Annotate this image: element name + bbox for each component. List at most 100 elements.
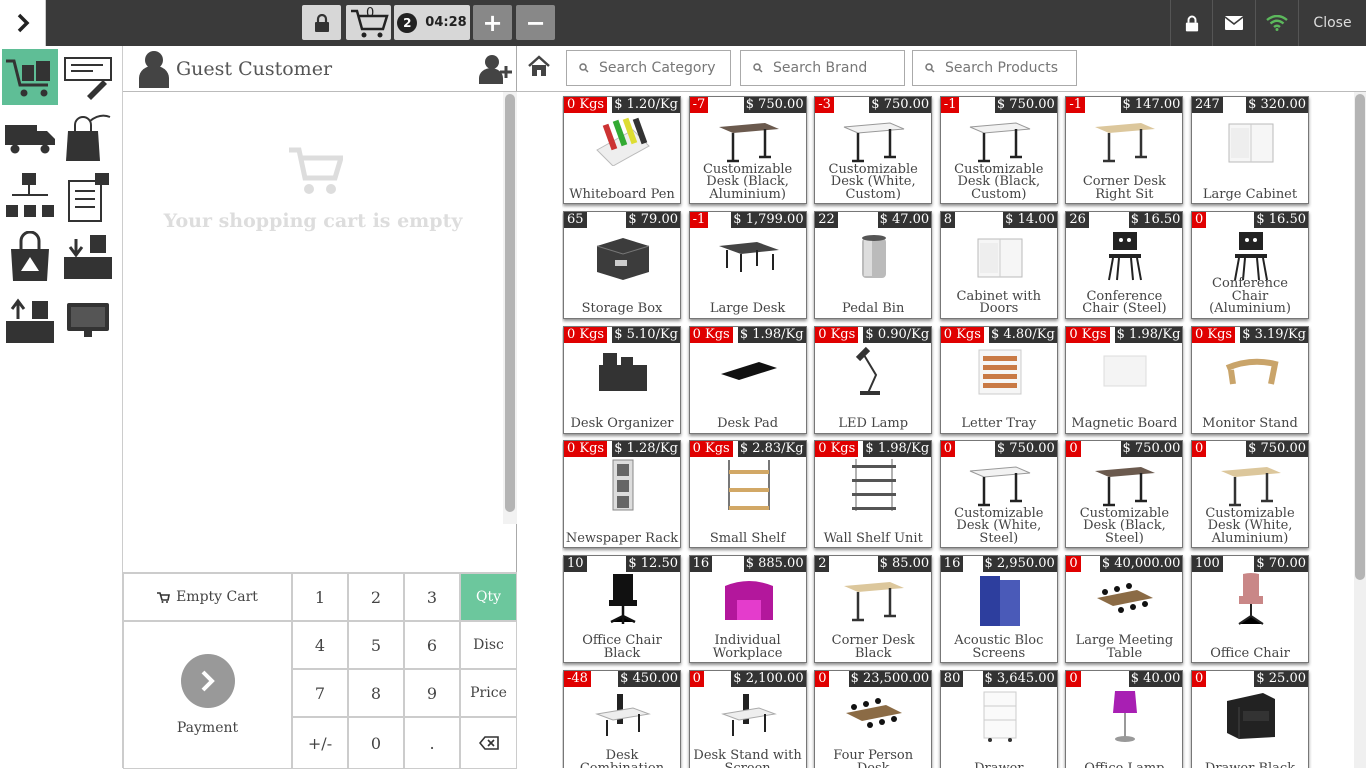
add-customer-icon[interactable] bbox=[479, 54, 513, 84]
product-card[interactable]: 8 $ 14.00 Cabinet with Doors bbox=[939, 210, 1058, 319]
new-order-button[interactable]: + bbox=[473, 5, 512, 40]
chair-black-icon bbox=[1090, 230, 1160, 282]
product-card[interactable]: 0 Kgs $ 2.83/Kg Small Shelf bbox=[688, 440, 807, 549]
product-name: Customizable Desk (White, Aluminium) bbox=[1205, 505, 1295, 546]
product-card[interactable]: -1 $ 750.00 Customizable Desk (Black, Cust… bbox=[939, 96, 1058, 204]
product-price: $ 4.80/Kg bbox=[989, 326, 1057, 343]
product-price: $ 750.00 bbox=[1120, 441, 1183, 458]
close-button[interactable]: Close bbox=[1298, 0, 1366, 46]
nav-inventory[interactable] bbox=[2, 169, 58, 225]
key-plus-minus[interactable]: +/- bbox=[292, 717, 348, 769]
backspace-button[interactable] bbox=[460, 717, 517, 769]
product-card[interactable]: -7 $ 750.00 Customizable Desk (Black, Alum… bbox=[688, 96, 807, 204]
desk-white-icon bbox=[965, 459, 1035, 511]
search-brand-input[interactable]: Search Brand bbox=[740, 50, 905, 86]
nav-invoice[interactable] bbox=[60, 49, 116, 105]
product-card[interactable]: 80 $ 3,645.00 Drawer bbox=[939, 670, 1058, 768]
product-card[interactable]: 16 $ 2,950.00 Acoustic Bloc Screens bbox=[939, 555, 1058, 664]
key-6[interactable]: 6 bbox=[404, 621, 460, 669]
search-category-input[interactable]: Search Category bbox=[566, 50, 731, 86]
product-card[interactable]: 10 $ 12.50 Office Chair Black bbox=[563, 555, 681, 664]
product-card[interactable]: -3 $ 750.00 Customizable Desk (White, Cust… bbox=[814, 96, 933, 204]
key-9[interactable]: 9 bbox=[404, 669, 460, 717]
key-3[interactable]: 3 bbox=[404, 573, 460, 621]
lock-order-button[interactable] bbox=[302, 5, 341, 40]
price-mode-button[interactable]: Price bbox=[460, 669, 517, 717]
product-card[interactable]: 0 $ 750.00 Customizable Desk (Black, Steel… bbox=[1065, 440, 1184, 549]
cart-button[interactable]: 0 bbox=[346, 5, 391, 40]
product-card[interactable]: 0 $ 25.00 Drawer Black bbox=[1191, 670, 1309, 768]
lock-screen-button[interactable] bbox=[1170, 0, 1212, 46]
delete-order-button[interactable]: − bbox=[516, 5, 555, 40]
products-scrollbar[interactable] bbox=[1354, 92, 1366, 768]
product-card[interactable]: 0 $ 2,100.00 Desk Stand with Screen bbox=[688, 670, 807, 768]
product-name: Large Desk bbox=[709, 301, 786, 317]
key-0[interactable]: 0 bbox=[348, 717, 404, 769]
product-price: $ 750.00 bbox=[1246, 441, 1308, 458]
key-1[interactable]: 1 bbox=[292, 573, 348, 621]
tray-icon bbox=[965, 345, 1035, 397]
product-card[interactable]: 247 $ 320.00 Large Cabinet bbox=[1191, 96, 1309, 204]
key-7[interactable]: 7 bbox=[292, 669, 348, 717]
nav-returns[interactable] bbox=[60, 109, 116, 165]
product-card[interactable]: 22 $ 47.00 Pedal Bin bbox=[814, 210, 933, 319]
product-card[interactable]: 0 $ 40,000.00 Large Meeting Table bbox=[1065, 555, 1184, 664]
product-card[interactable]: 0 Kgs $ 4.80/Kg Letter Tray bbox=[939, 325, 1058, 434]
product-card[interactable]: 2 $ 85.00 Corner Desk Black bbox=[814, 555, 933, 664]
wall-shelf-icon bbox=[839, 459, 909, 512]
nav-stock-in[interactable] bbox=[60, 229, 116, 285]
key-2[interactable]: 2 bbox=[348, 573, 404, 621]
customer-name[interactable]: Guest Customer bbox=[176, 58, 332, 80]
product-stock-badge: 65 bbox=[564, 211, 587, 228]
product-card[interactable]: 65 $ 79.00 Storage Box bbox=[563, 210, 681, 319]
nav-stock-out[interactable] bbox=[2, 293, 58, 349]
product-name: Storage Box bbox=[581, 301, 663, 317]
cart-scrollbar[interactable] bbox=[503, 92, 517, 524]
product-card[interactable]: 0 $ 750.00 Customizable Desk (White, Steel… bbox=[939, 440, 1058, 549]
product-card[interactable]: 0 $ 750.00 Customizable Desk (White, Alumi… bbox=[1191, 440, 1309, 549]
product-card[interactable]: 0 Kgs $ 1.98/Kg Wall Shelf Unit bbox=[814, 440, 933, 549]
home-icon[interactable] bbox=[527, 55, 551, 77]
search-products-input[interactable]: Search Products bbox=[912, 50, 1077, 86]
nav-checklist[interactable] bbox=[60, 169, 116, 225]
product-card[interactable]: 26 $ 16.50 Conference Chair (Steel) bbox=[1065, 210, 1184, 319]
empty-cart-button[interactable]: Empty Cart bbox=[123, 573, 292, 621]
product-card[interactable]: -1 $ 147.00 Corner Desk Right Sit bbox=[1065, 96, 1184, 204]
connection-status-button[interactable] bbox=[1255, 0, 1298, 46]
truck-icon bbox=[5, 125, 55, 154]
key-decimal[interactable]: . bbox=[404, 717, 460, 769]
nav-customer-display[interactable] bbox=[60, 293, 116, 349]
product-card[interactable]: 0 Kgs $ 3.19/Kg Monitor Stand bbox=[1191, 325, 1309, 434]
order-timer: 04:28 bbox=[425, 15, 467, 30]
product-name: Whiteboard Pen bbox=[569, 186, 675, 202]
product-card[interactable]: 100 $ 70.00 Office Chair bbox=[1191, 555, 1309, 664]
key-5[interactable]: 5 bbox=[348, 621, 404, 669]
product-card[interactable]: -1 $ 1,799.00 Large Desk bbox=[688, 210, 807, 319]
product-card[interactable]: 0 Kgs $ 5.10/Kg Desk Organizer bbox=[563, 325, 681, 434]
product-price: $ 40.00 bbox=[1128, 671, 1183, 687]
sidebar-toggle-button[interactable] bbox=[0, 0, 46, 46]
messages-button[interactable] bbox=[1212, 0, 1255, 46]
desk-dark-icon bbox=[1090, 459, 1160, 511]
key-4[interactable]: 4 bbox=[292, 621, 348, 669]
nav-sale[interactable] bbox=[2, 49, 58, 105]
product-card[interactable]: 0 $ 40.00 Office Lamp bbox=[1065, 670, 1184, 768]
product-card[interactable]: 0 $ 23,500.00 Four Person Desk bbox=[814, 670, 933, 768]
payment-button[interactable]: Payment bbox=[123, 621, 292, 769]
product-card[interactable]: -48 $ 450.00 Desk Combination bbox=[563, 670, 681, 768]
nav-purchase[interactable] bbox=[2, 229, 58, 285]
product-name: Customizable Desk (Black, Steel) bbox=[1079, 505, 1170, 546]
order-timer-button[interactable]: 2 04:28 bbox=[394, 5, 470, 40]
product-card[interactable]: 0 $ 16.50 Conference Chair (Aluminium) bbox=[1191, 210, 1309, 319]
product-card[interactable]: 0 Kgs $ 1.98/Kg Desk Pad bbox=[688, 325, 807, 434]
product-stock-badge: 8 bbox=[940, 211, 956, 228]
qty-mode-button[interactable]: Qty bbox=[460, 573, 517, 621]
key-8[interactable]: 8 bbox=[348, 669, 404, 717]
product-card[interactable]: 0 Kgs $ 0.90/Kg LED Lamp bbox=[814, 325, 933, 434]
product-card[interactable]: 0 Kgs $ 1.20/Kg Whiteboard Pen bbox=[563, 96, 681, 204]
product-card[interactable]: 0 Kgs $ 1.98/Kg Magnetic Board bbox=[1065, 325, 1184, 434]
disc-mode-button[interactable]: Disc bbox=[460, 621, 517, 669]
product-card[interactable]: 0 Kgs $ 1.28/Kg Newspaper Rack bbox=[563, 440, 681, 549]
product-card[interactable]: 16 $ 885.00 Individual Workplace bbox=[688, 555, 807, 664]
nav-delivery[interactable] bbox=[2, 109, 58, 165]
